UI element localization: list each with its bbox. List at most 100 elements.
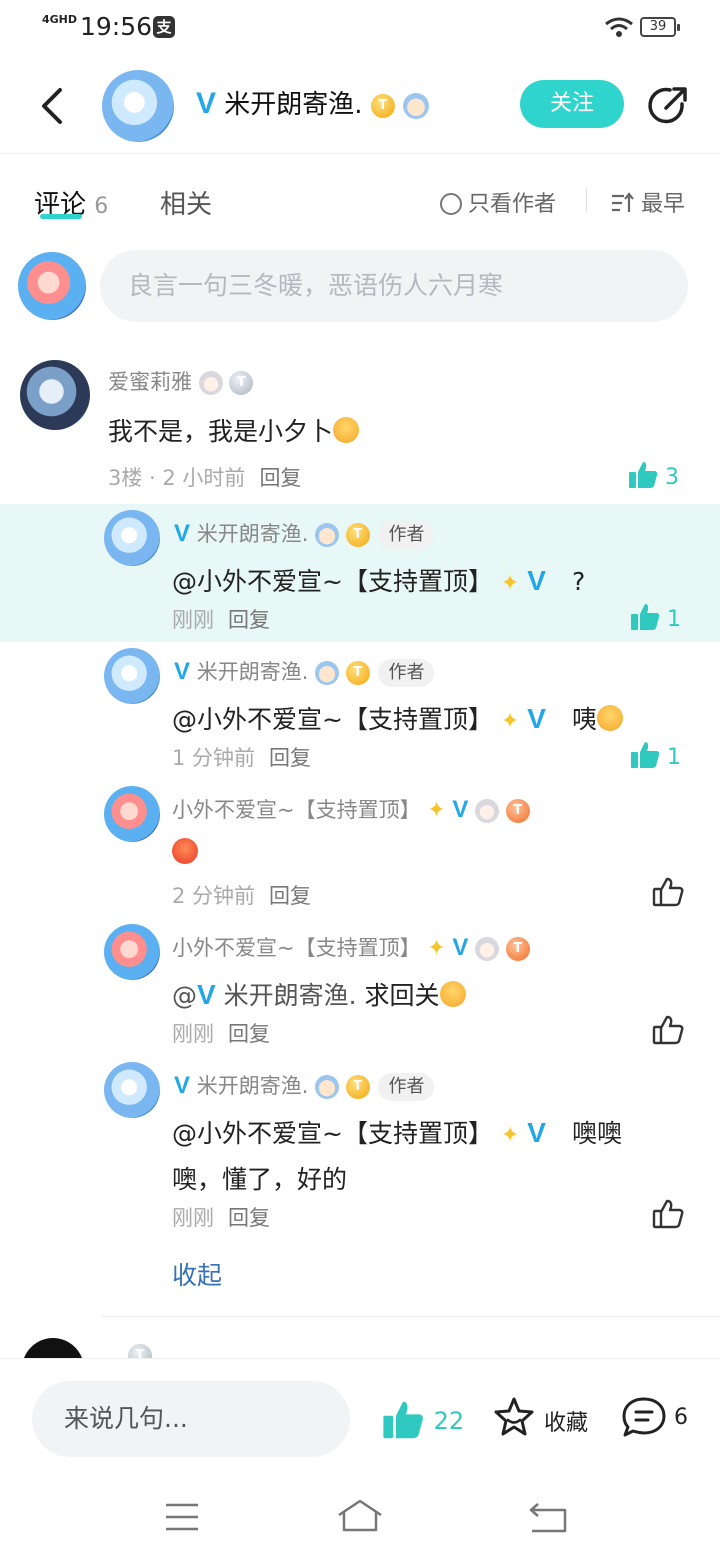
level-medal-icon: T (505, 799, 530, 823)
verified-icon: V (174, 658, 191, 685)
post-like-count: 22 (433, 1407, 465, 1435)
comment-floor: 3楼 · 2 小时前 (108, 466, 246, 490)
author-avatar[interactable] (102, 70, 174, 142)
fan-badge-icon (315, 1075, 340, 1099)
chevron-left-icon[interactable] (38, 86, 68, 126)
comment-divider (100, 1316, 720, 1317)
tab-related[interactable]: 相关 (160, 184, 212, 221)
reply-avatar[interactable] (104, 924, 160, 980)
reply-mention[interactable]: @ (172, 981, 197, 1010)
battery-indicator: 39 (640, 17, 680, 37)
like-count: 3 (665, 465, 679, 490)
only-author-toggle[interactable]: 只看作者 (440, 186, 556, 218)
thumbs-up-icon[interactable] (652, 876, 684, 908)
fan-badge-icon (475, 937, 500, 961)
reply-avatar[interactable] (104, 786, 160, 842)
reply-content: ? (571, 567, 586, 596)
fan-badge-icon (315, 523, 340, 547)
reply-time: 刚刚 (172, 608, 214, 632)
back-nav-icon[interactable] (528, 1500, 568, 1534)
reply-time: 刚刚 (172, 1206, 214, 1230)
quick-comment-input[interactable]: 来说几句... (32, 1381, 350, 1457)
level-medal-icon: T (345, 523, 370, 547)
reply-username: 米开朗寄渔. (196, 1074, 309, 1098)
comment-input[interactable]: 良言一句三冬暖，恶语伤人六月寒 (100, 250, 688, 322)
tab-active-indicator (40, 214, 82, 219)
commenter-name-row[interactable]: 爱蜜莉雅 T (108, 366, 254, 396)
fan-badge-icon (475, 799, 500, 823)
sparkle-icon: ✦ (427, 798, 446, 823)
follow-button[interactable]: 关注 (520, 80, 624, 128)
thumbs-up-icon[interactable] (652, 1014, 684, 1046)
star-icon[interactable] (492, 1395, 536, 1439)
like-button[interactable]: 1 (630, 740, 681, 770)
verified-icon: V (452, 796, 469, 823)
reply-meta: 刚刚 回复 (172, 604, 270, 634)
verified-icon: V (527, 565, 546, 596)
reply-username: 米开朗寄渔. (196, 522, 309, 546)
reply-button[interactable]: 回复 (269, 884, 311, 908)
fan-badge-icon (198, 371, 223, 395)
reply-text: @V 米开朗寄渔. 求回关 (172, 976, 466, 1012)
comment-meta: 3楼 · 2 小时前 回复 (108, 462, 301, 492)
divider (586, 188, 587, 212)
sparkle-icon: ✦ (500, 1123, 520, 1148)
menu-icon[interactable] (164, 1502, 200, 1532)
wifi-icon (605, 17, 633, 37)
collect-label[interactable]: 收藏 (544, 1405, 588, 1437)
sort-button[interactable]: 最早 (610, 186, 685, 218)
comment-text: 我不是，我是小夕卜 (108, 412, 360, 448)
reply-name-row[interactable]: 小外不爱宣~【支持置顶】 ✦ V T (172, 794, 530, 824)
reply-text: @小外不爱宣~【支持置顶】 ✦ V 咦 (172, 700, 623, 736)
emoji-icon (596, 705, 623, 731)
reply-button[interactable]: 回复 (228, 1206, 270, 1230)
reply-content: 噢噢 (571, 1119, 622, 1148)
post-header: V 米开朗寄渔. T 关注 (0, 56, 720, 154)
collapse-replies-button[interactable]: 收起 (172, 1256, 222, 1292)
reply-time: 1 分钟前 (172, 746, 256, 770)
thumbs-up-icon[interactable] (652, 1198, 684, 1230)
reply-avatar[interactable] (104, 510, 160, 566)
reply-name-row[interactable]: V 米开朗寄渔. T 作者 (174, 1070, 435, 1101)
home-icon[interactable] (336, 1498, 384, 1534)
reply-content: 求回关 (364, 981, 440, 1010)
reply-avatar[interactable] (104, 1062, 160, 1118)
system-nav-bar (0, 1478, 720, 1560)
reply-name-row[interactable]: V 米开朗寄渔. T 作者 (174, 518, 435, 549)
thumbs-up-icon (631, 742, 660, 768)
post-like-button[interactable]: 22 (380, 1399, 464, 1441)
reply-button[interactable]: 回复 (269, 746, 311, 770)
commenter-name: 爱蜜莉雅 (108, 370, 192, 394)
reply-button[interactable]: 回复 (259, 466, 301, 490)
comment-text-content: 我不是，我是小夕卜 (108, 417, 334, 446)
verified-icon: V (527, 703, 546, 734)
reply-mention[interactable]: @小外不爱宣~【支持置顶】 (172, 567, 493, 596)
reply-button[interactable]: 回复 (228, 608, 270, 632)
status-time: 19:56 (80, 12, 153, 41)
comment-count[interactable]: 6 (674, 1405, 688, 1430)
sort-label: 最早 (641, 192, 686, 217)
author-tag: 作者 (378, 1073, 435, 1101)
author-name-row[interactable]: V 米开朗寄渔. T (196, 84, 430, 121)
reply-name-row[interactable]: 小外不爱宣~【支持置顶】 ✦ V T (172, 932, 530, 962)
reply-name-row[interactable]: V 米开朗寄渔. T 作者 (174, 656, 435, 687)
commenter-avatar[interactable] (20, 360, 90, 430)
verified-icon: V (174, 1072, 191, 1099)
reply-mention[interactable]: @小外不爱宣~【支持置顶】 (172, 705, 493, 734)
verified-icon: V (452, 934, 469, 961)
verified-icon: V (196, 87, 217, 120)
thumbs-up-icon (631, 604, 660, 630)
reply-avatar[interactable] (104, 648, 160, 704)
reply-mention[interactable]: @小外不爱宣~【支持置顶】 (172, 1119, 493, 1148)
smile-emoji-icon (333, 417, 360, 443)
share-icon[interactable] (646, 84, 690, 128)
fan-badge-icon (403, 92, 430, 119)
comment-bubble-icon[interactable] (620, 1395, 668, 1439)
like-button[interactable]: 1 (630, 602, 681, 632)
reply-mention-name[interactable]: 米开朗寄渔. (224, 981, 357, 1010)
verified-icon: V (527, 1117, 546, 1148)
reply-button[interactable]: 回复 (228, 1022, 270, 1046)
like-button[interactable]: 3 (628, 460, 679, 490)
reply-content: 咦 (571, 705, 597, 734)
like-count: 1 (667, 607, 681, 632)
